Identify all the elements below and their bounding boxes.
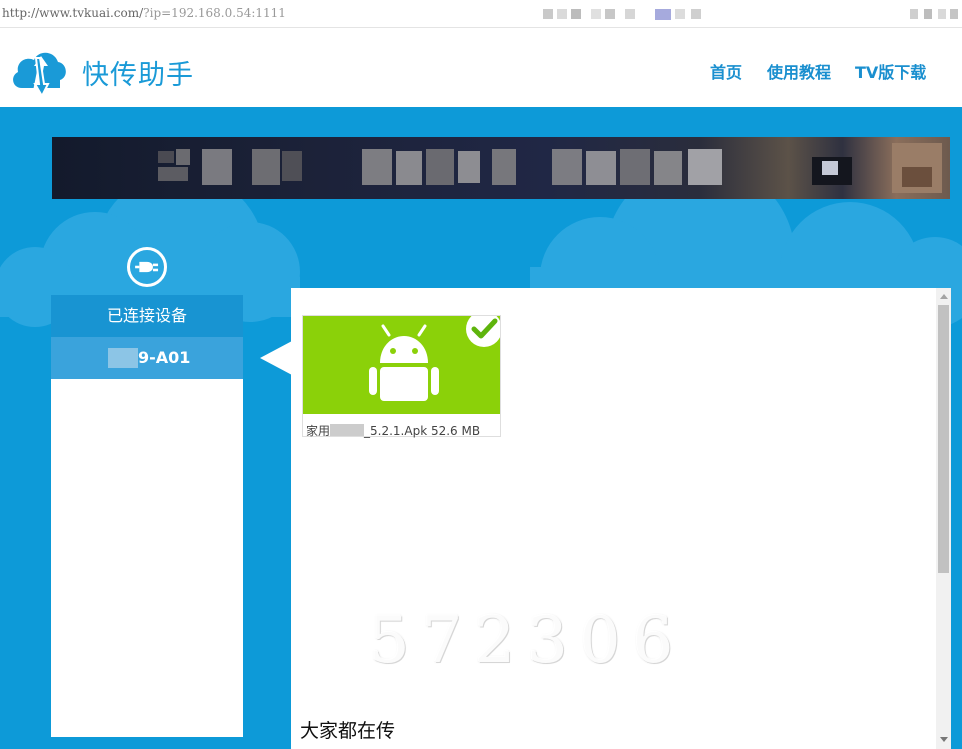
device-panel-title: 已连接设备 bbox=[51, 295, 243, 337]
nav-tv-download[interactable]: TV版下载 bbox=[855, 59, 926, 83]
device-panel: 已连接设备 9-A01 bbox=[51, 295, 243, 737]
redacted-device-prefix bbox=[108, 348, 138, 368]
check-icon bbox=[466, 316, 500, 347]
ad-banner[interactable] bbox=[52, 137, 950, 199]
file-card[interactable]: 家用 _5.2.1.Apk 52.6 MB bbox=[302, 315, 501, 439]
watermark: 572306 bbox=[369, 604, 686, 678]
device-item[interactable]: 9-A01 bbox=[51, 337, 243, 379]
nav-home[interactable]: 首页 bbox=[710, 59, 742, 83]
scroll-up-arrow-icon[interactable] bbox=[940, 294, 948, 299]
transfer-panel: 家用 _5.2.1.Apk 52.6 MB 572306 大家都在传 bbox=[291, 288, 951, 749]
site-header: 快传助手 首页 使用教程 TV版下载 bbox=[0, 29, 962, 107]
cloud-transfer-icon[interactable] bbox=[10, 44, 68, 100]
main-stage: 已连接设备 9-A01 家用 _5.2.1.Apk 52.6 MB 572306… bbox=[0, 107, 962, 749]
device-name: 9-A01 bbox=[138, 348, 191, 367]
file-caption: 家用 _5.2.1.Apk 52.6 MB bbox=[306, 422, 480, 439]
address-bar[interactable]: http://www.tvkuai.com/?ip=192.168.0.54:1… bbox=[0, 0, 962, 28]
plug-icon bbox=[127, 247, 167, 287]
blurred-toolbar-region bbox=[543, 9, 701, 20]
pixelated-banner-text bbox=[158, 143, 942, 193]
scroll-down-arrow-icon[interactable] bbox=[940, 737, 948, 742]
file-thumbnail bbox=[303, 316, 500, 414]
blurred-toolbar-region bbox=[910, 9, 958, 19]
file-name-size: _5.2.1.Apk 52.6 MB bbox=[364, 424, 481, 438]
redacted-file-name bbox=[330, 424, 365, 436]
selection-pointer bbox=[260, 341, 292, 375]
vertical-scrollbar[interactable] bbox=[936, 288, 951, 749]
nav-tutorial[interactable]: 使用教程 bbox=[767, 59, 831, 83]
file-name-prefix: 家用 bbox=[306, 424, 331, 438]
popular-heading: 大家都在传 bbox=[300, 720, 396, 742]
scroll-thumb[interactable] bbox=[938, 305, 949, 573]
app-name[interactable]: 快传助手 bbox=[82, 53, 194, 92]
url-text[interactable]: http://www.tvkuai.com/?ip=192.168.0.54:1… bbox=[2, 6, 286, 20]
